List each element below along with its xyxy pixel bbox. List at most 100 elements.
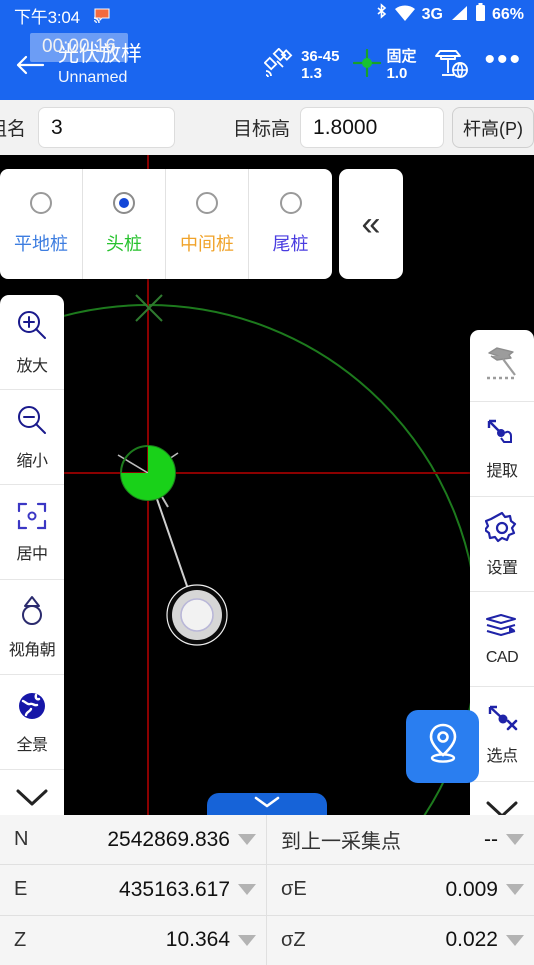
stake-type-label-3: 尾桩 (272, 234, 309, 254)
panorama-button[interactable]: 全景 (0, 675, 64, 770)
status-right-group: 3G 66% (375, 3, 524, 27)
chevron-down-icon (252, 795, 282, 814)
stake-type-label-1: 头桩 (106, 234, 142, 254)
location-pin-icon (421, 721, 465, 772)
zoom-out-label: 缩小 (16, 452, 48, 470)
z-value: 10.364 (165, 928, 230, 952)
coordinate-data-grid: N 2542869.836 到上一采集点 -- E 435163.617 σE … (0, 815, 534, 965)
battery-percent: 66% (491, 6, 524, 23)
chevron-down-icon[interactable] (238, 884, 256, 896)
fix-status[interactable]: 固定 1.0 (353, 48, 416, 82)
last-point-key: 到上一采集点 (281, 831, 401, 854)
current-position-marker (166, 584, 228, 646)
north-key: N (14, 828, 29, 851)
timer-toast: 00:00:16 (30, 33, 128, 62)
chevron-down-icon (13, 785, 51, 816)
table-row: E 435163.617 σE 0.009 (0, 865, 534, 916)
cellular-signal-icon (449, 4, 469, 27)
crosshair-icon (353, 48, 382, 82)
radio-middle-stake[interactable] (196, 192, 218, 214)
stake-type-option-2[interactable]: 中间桩 (166, 169, 249, 279)
table-row: Z 10.364 σZ 0.022 (0, 915, 534, 965)
bottom-panel-handle[interactable] (207, 793, 327, 815)
radio-head-stake[interactable] (113, 192, 135, 214)
settings-label: 设置 (486, 559, 518, 577)
fix-quality: 1.0 (386, 65, 408, 82)
radio-tail-stake[interactable] (279, 192, 302, 214)
view-orientation-icon (17, 595, 47, 632)
chevron-down-icon[interactable] (506, 934, 524, 946)
zoom-out-icon (15, 404, 49, 443)
sigma-e-key: σE (281, 878, 307, 901)
satellite-count: 36-45 (301, 48, 340, 65)
chevron-down-icon (483, 797, 521, 815)
view-orientation-button[interactable]: 视角朝 (0, 580, 64, 675)
center-label: 居中 (16, 545, 48, 563)
cell-sigma-e[interactable]: σE 0.009 (267, 865, 534, 914)
sigma-z-key: σZ (281, 928, 306, 951)
cell-last-point-distance[interactable]: 到上一采集点 -- (267, 815, 534, 864)
extract-point-icon (485, 418, 519, 453)
cad-layers-icon (483, 612, 521, 645)
zoom-in-icon (15, 309, 49, 348)
left-toolbar-expand-button[interactable] (0, 770, 64, 815)
title-bar: 光伏放样 Unnamed 36-45 1.3 固定 1.0 ••• 00:00:… (0, 30, 534, 100)
select-point-icon (485, 703, 519, 738)
right-toolbar-expand-button[interactable] (470, 782, 534, 815)
cell-east[interactable]: E 435163.617 (0, 865, 267, 915)
status-bar: 下午3:04 3G 66% (0, 0, 534, 30)
extract-button[interactable]: 提取 (470, 402, 534, 497)
network-type: 3G (421, 6, 443, 23)
gnss-receiver-icon[interactable] (430, 47, 470, 84)
base-station-button[interactable] (470, 330, 534, 402)
view-orientation-label: 视角朝 (8, 641, 56, 659)
zoom-out-button[interactable]: 缩小 (0, 390, 64, 485)
radio-flat-stake[interactable] (30, 192, 52, 214)
stake-type-card: 平地桩 头桩 中间桩 尾桩 « (0, 169, 403, 279)
gear-icon (483, 511, 519, 550)
chevron-down-icon[interactable] (506, 884, 524, 896)
collect-point-button[interactable] (406, 710, 479, 783)
north-value: 2542869.836 (107, 827, 230, 851)
cell-north[interactable]: N 2542869.836 (0, 815, 267, 865)
cad-button[interactable]: CAD (470, 592, 534, 687)
select-point-button[interactable]: 选点 (470, 687, 534, 782)
page-subtitle: Unnamed (58, 68, 128, 86)
panorama-label: 全景 (16, 736, 48, 754)
satellite-pdop: 1.3 (301, 65, 322, 82)
stake-type-option-3[interactable]: 尾桩 (249, 169, 332, 279)
zoom-in-label: 放大 (16, 357, 48, 375)
cell-z[interactable]: Z 10.364 (0, 915, 267, 965)
globe-icon (16, 690, 48, 727)
group-name-input[interactable]: 3 (38, 107, 176, 148)
east-key: E (14, 878, 28, 901)
screen-cast-icon (93, 7, 111, 23)
extract-label: 提取 (486, 462, 518, 480)
target-height-label: 目标高 (233, 119, 291, 140)
stake-type-label-0: 平地桩 (14, 234, 68, 254)
chevron-down-icon[interactable] (238, 834, 256, 846)
pole-height-button[interactable]: 杆高(P) (452, 107, 534, 148)
center-button[interactable]: 居中 (0, 485, 64, 580)
fix-values: 固定 1.0 (386, 48, 416, 82)
stake-type-option-1[interactable]: 头桩 (83, 169, 166, 279)
stake-type-group: 平地桩 头桩 中间桩 尾桩 (0, 169, 332, 279)
zoom-in-button[interactable]: 放大 (0, 295, 64, 390)
z-key: Z (14, 928, 27, 951)
chevron-down-icon[interactable] (506, 834, 524, 846)
map-left-toolbar: 放大 缩小 居中 视角朝 全景 (0, 295, 64, 815)
target-point-marker (120, 445, 176, 501)
collapse-panel-button[interactable]: « (339, 169, 403, 279)
settings-button[interactable]: 设置 (470, 497, 534, 592)
overflow-menu-button[interactable]: ••• (484, 45, 522, 77)
title-right-group: 36-45 1.3 固定 1.0 ••• (263, 45, 522, 84)
wifi-icon (394, 4, 416, 27)
satellite-status[interactable]: 36-45 1.3 (263, 47, 340, 83)
chevron-down-icon[interactable] (238, 934, 256, 946)
map-view[interactable]: 平地桩 头桩 中间桩 尾桩 « 放大 缩小 居中 视角朝 全景 提取 设置 CA… (0, 155, 534, 815)
select-point-label: 选点 (486, 747, 518, 765)
stake-type-option-0[interactable]: 平地桩 (0, 169, 83, 279)
cell-sigma-z[interactable]: σZ 0.022 (267, 916, 534, 965)
target-height-input[interactable]: 1.8000 (300, 107, 444, 148)
table-row: N 2542869.836 到上一采集点 -- (0, 815, 534, 866)
